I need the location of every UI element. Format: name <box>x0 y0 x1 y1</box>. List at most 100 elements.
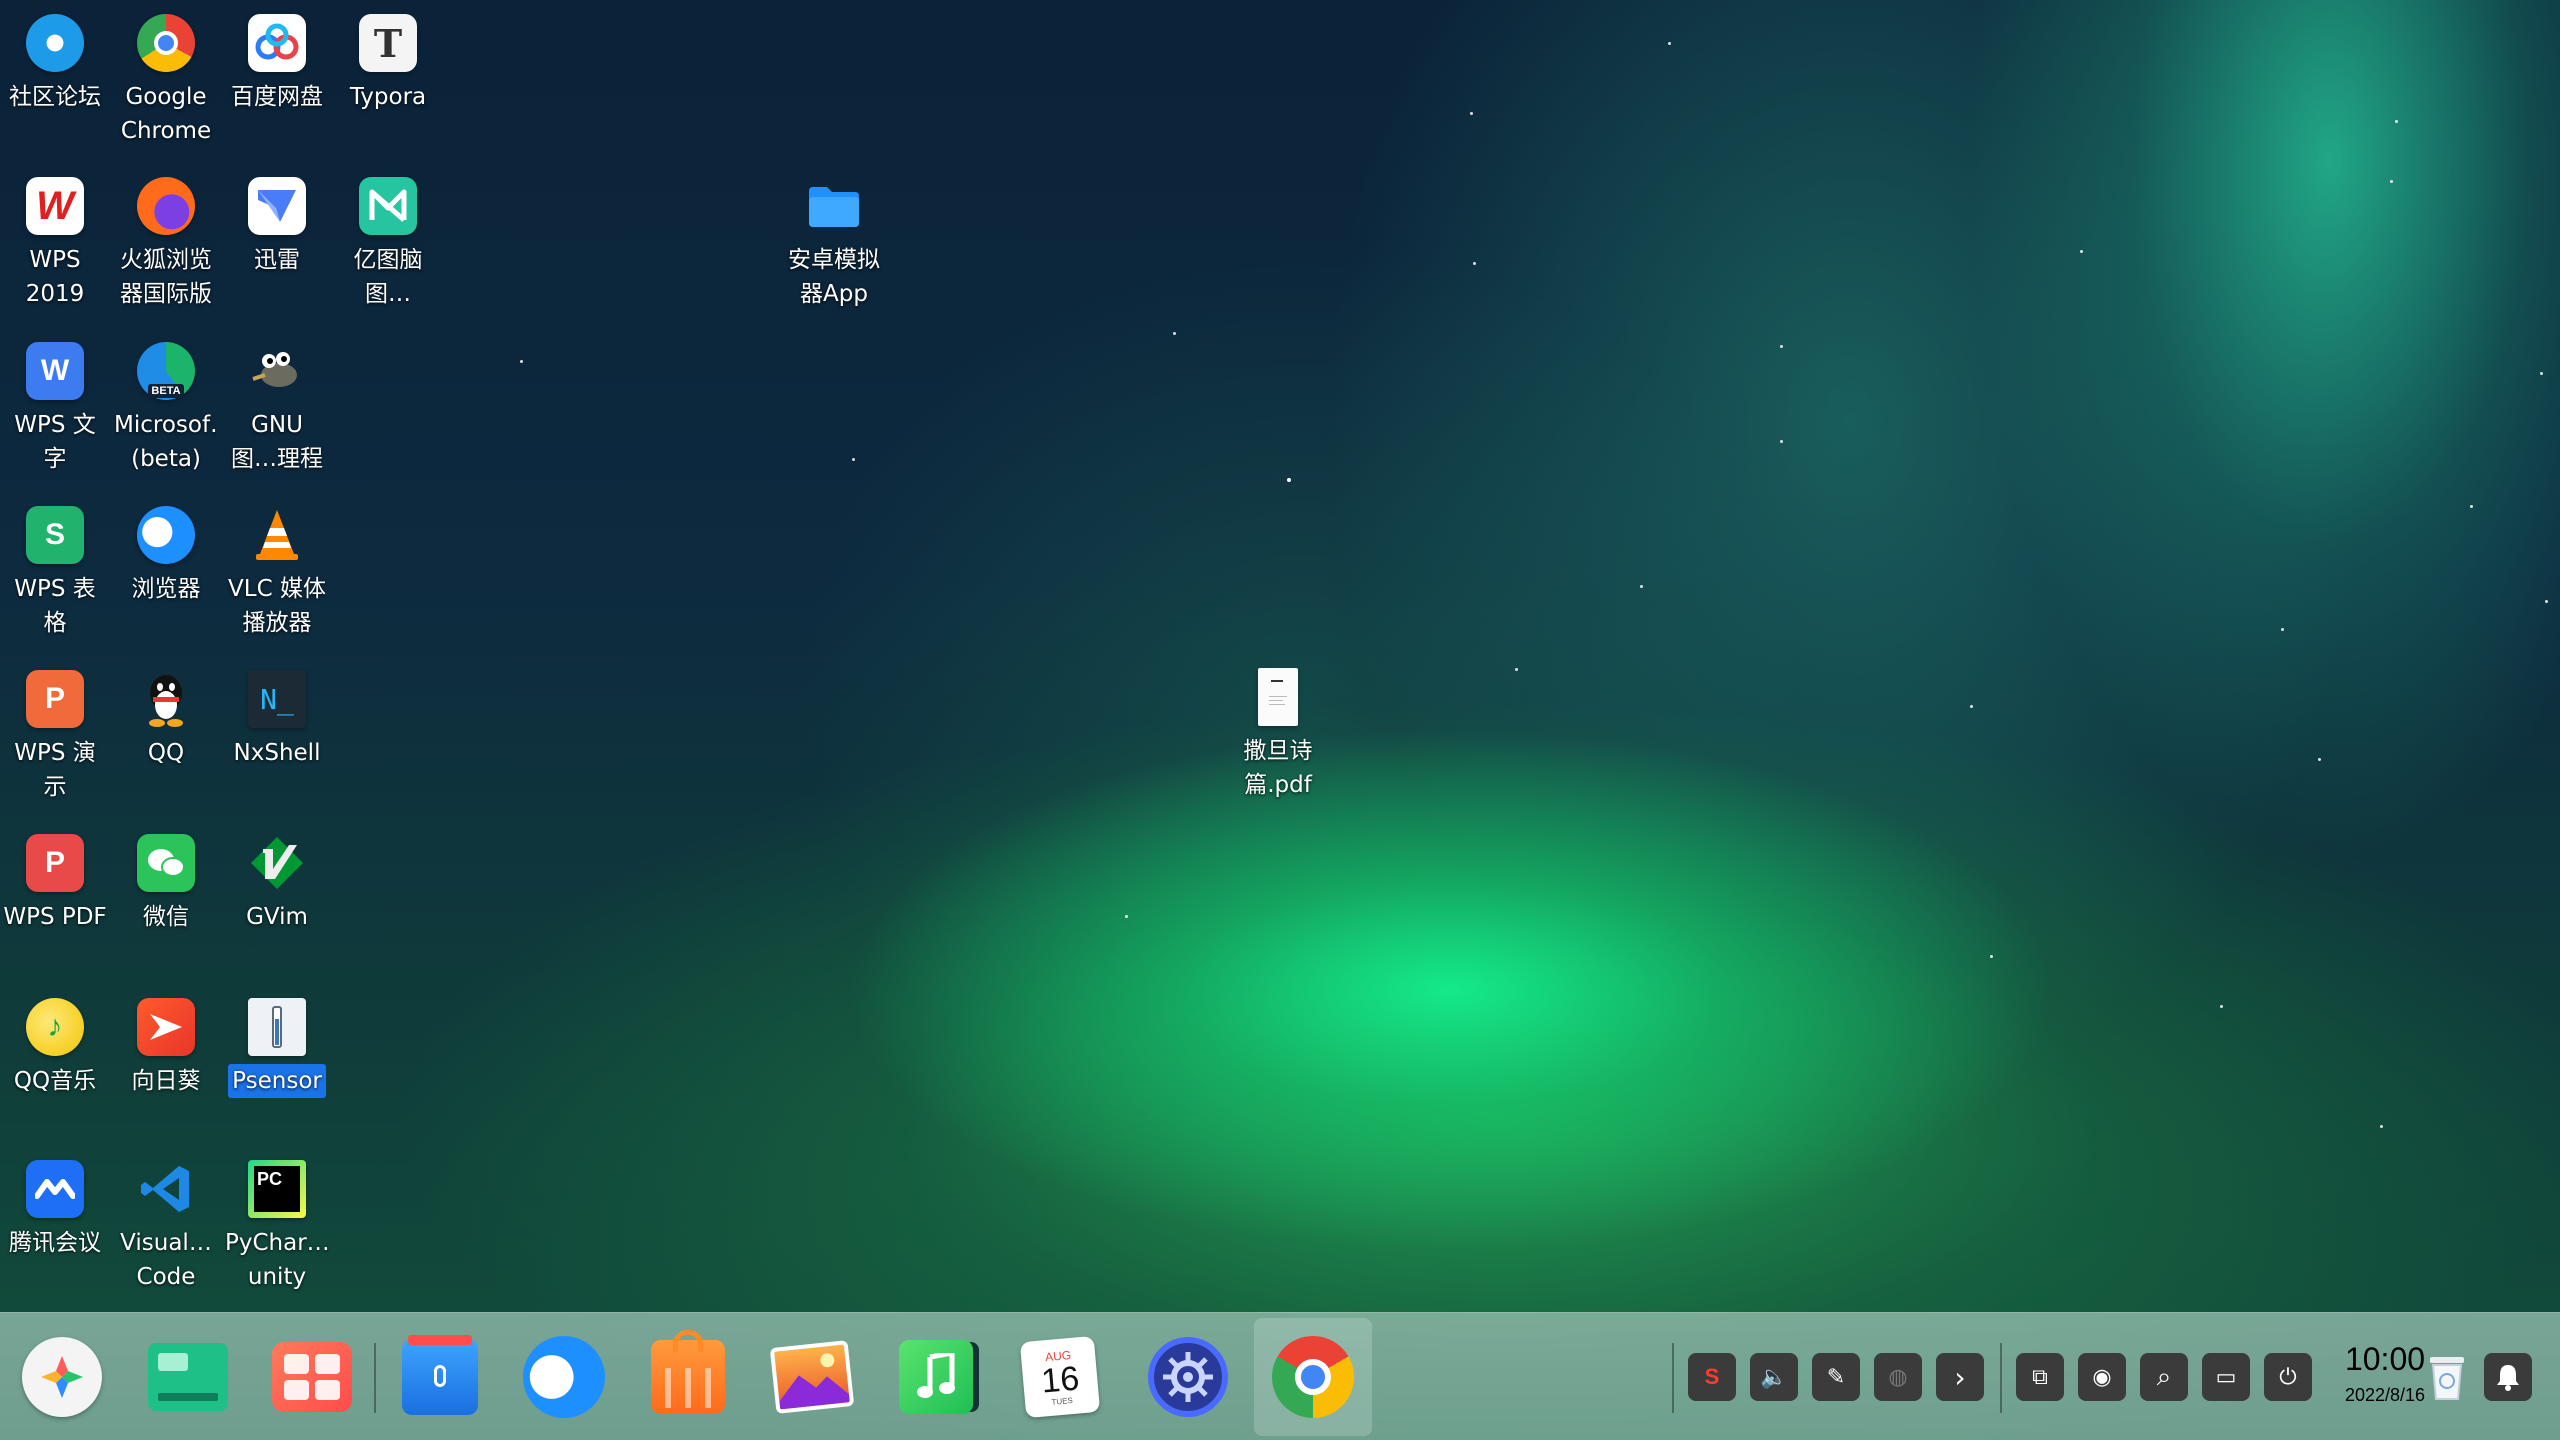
dock-separator <box>374 1343 376 1413</box>
desktop-icon-label: Google Chrome <box>120 84 212 144</box>
desktop-icon-qq-music[interactable]: ♪ QQ音乐 <box>3 998 107 1098</box>
chrome-icon <box>137 14 195 72</box>
desktop-icon-wps-writer[interactable]: W WPS 文字 <box>3 342 107 476</box>
wps-spreadsheet-icon: S <box>26 506 84 564</box>
desktop-icon-mindmaster[interactable]: 亿图脑图…aster <box>336 177 440 313</box>
tray-screenshot[interactable]: ⧉ <box>2016 1353 2064 1401</box>
dock-launcher[interactable] <box>14 1329 110 1425</box>
calendar-icon: AUG 16 TUES <box>1019 1335 1101 1419</box>
desktop-icon-google-chrome[interactable]: Google Chrome <box>114 14 218 148</box>
vscode-icon <box>137 1160 195 1218</box>
dock-app-store-bag[interactable] <box>640 1329 736 1425</box>
desktop-icon-wps-presentation[interactable]: P WPS 演示 <box>3 670 107 804</box>
folder-icon <box>805 177 863 235</box>
desktop-icon-label-selected: Psensor <box>228 1064 326 1098</box>
qq-icon <box>137 670 195 728</box>
desktop-icon-label: WPS 演示 <box>14 740 96 800</box>
desktop-icon-label: QQ音乐 <box>13 1068 97 1094</box>
desktop-icon-label: 火狐浏览器国际版 <box>120 247 212 307</box>
desktop-icon-android-emulator-folder[interactable]: 安卓模拟器App <box>782 177 886 311</box>
xunlei-icon <box>248 177 306 235</box>
desktop-icon-label: 迅雷 <box>254 247 300 273</box>
tray-notifications[interactable] <box>2484 1353 2532 1401</box>
desktop-icon-psensor[interactable]: Psensor <box>225 998 329 1098</box>
desktop-icon-xunlei[interactable]: 迅雷 <box>225 177 329 277</box>
desktop-icon-wps-spreadsheet[interactable]: S WPS 表格 <box>3 506 107 640</box>
multitasking-icon <box>148 1343 228 1411</box>
desktop-icon-pycharm[interactable]: PC PyChar…unity <box>225 1160 329 1294</box>
tray-mouse[interactable]: ◍ <box>1874 1353 1922 1401</box>
desktop-icon-label: QQ <box>147 740 185 766</box>
deepin-browser-icon <box>137 506 195 564</box>
desktop-icon-tencent-meeting[interactable]: 腾讯会议 <box>3 1160 107 1260</box>
desktop-icon-pdf-file[interactable]: 撒旦诗篇.pdf <box>1226 668 1330 802</box>
desktop-icon-edge-beta[interactable]: BETA Microsof… (beta) <box>114 342 218 476</box>
desktop-icon-vlc[interactable]: VLC 媒体播放器 <box>225 506 329 640</box>
tray-volume[interactable]: 🔈 <box>1750 1353 1798 1401</box>
keyboard-icon: ▭ <box>2215 1364 2237 1390</box>
launcher-icon <box>22 1337 102 1417</box>
wps-writer-icon: W <box>26 342 84 400</box>
desktop-icon-wps-2019[interactable]: W WPS 2019 <box>3 177 107 311</box>
dock-calendar[interactable]: AUG 16 TUES <box>1012 1329 1108 1425</box>
folder-icon <box>402 1335 478 1415</box>
desktop-icon-label: PyChar…unity <box>225 1230 329 1290</box>
sunlogin-icon <box>137 998 195 1056</box>
pen-icon: ✎ <box>1826 1364 1846 1390</box>
desktop-icon-label: 安卓模拟器App <box>788 247 880 307</box>
app-grid-icon <box>272 1342 352 1412</box>
desktop-icon-label: Typora <box>349 84 427 110</box>
tray-expand[interactable]: › <box>1936 1353 1984 1401</box>
desktop-icon-wechat[interactable]: 微信 <box>114 834 218 934</box>
desktop-icon-label: WPS 文字 <box>14 412 96 472</box>
desktop-icon-label: 社区论坛 <box>9 84 101 110</box>
desktop-icon-label: 百度网盘 <box>231 84 323 110</box>
desktop-icon-deepin-browser[interactable]: 浏览器 <box>114 506 218 606</box>
tray-trash[interactable] <box>2424 1349 2470 1405</box>
pycharm-icon: PC <box>248 1160 306 1218</box>
typora-icon: T <box>359 14 417 72</box>
desktop-icon-label: 微信 <box>143 904 189 930</box>
tray-sogou-input[interactable]: S <box>1688 1353 1736 1401</box>
tray-search[interactable]: ⌕ <box>2140 1353 2188 1401</box>
dock-file-manager[interactable] <box>392 1329 488 1425</box>
desktop-icon-baidu-netdisk[interactable]: 百度网盘 <box>225 14 329 114</box>
qq-music-icon: ♪ <box>26 998 84 1056</box>
tray-pen[interactable]: ✎ <box>1812 1353 1860 1401</box>
calendar-weekday: TUES <box>1051 1395 1074 1407</box>
desktop-icon-sunlogin[interactable]: 向日葵 <box>114 998 218 1098</box>
gimp-icon <box>248 342 306 400</box>
chevron-right-icon: › <box>1954 1360 1966 1394</box>
desktop-icon-gvim[interactable]: GVim <box>225 834 329 934</box>
desktop-icon-gimp[interactable]: GNU 图…理程序 <box>225 342 329 478</box>
desktop-icon-wps-pdf[interactable]: P WPS PDF <box>3 834 107 934</box>
dock-app-store[interactable] <box>264 1329 360 1425</box>
network-icon: ◉ <box>2092 1364 2112 1390</box>
chrome-icon <box>1272 1336 1354 1418</box>
dock-image-viewer[interactable] <box>764 1329 860 1425</box>
desktop-icon-forum[interactable]: 社区论坛 <box>3 14 107 114</box>
dock-control-center[interactable] <box>1140 1329 1236 1425</box>
dock-browser[interactable] <box>516 1329 612 1425</box>
wechat-icon <box>137 834 195 892</box>
desktop-icon-typora[interactable]: T Typora <box>336 14 440 114</box>
desktop-icon-firefox[interactable]: 火狐浏览器国际版 <box>114 177 218 311</box>
tray-network[interactable]: ◉ <box>2078 1353 2126 1401</box>
gear-icon <box>1148 1337 1228 1417</box>
desktop-icon-label: WPS 2019 <box>25 247 85 307</box>
desktop-icon-qq[interactable]: QQ <box>114 670 218 770</box>
music-note-icon <box>899 1340 973 1414</box>
dock-music[interactable] <box>888 1329 984 1425</box>
desktop-icon-nxshell[interactable]: N_ NxShell <box>225 670 329 770</box>
dock-google-chrome[interactable] <box>1254 1318 1372 1436</box>
power-icon: ⏻ <box>2279 1364 2297 1390</box>
tray-keyboard[interactable]: ▭ <box>2202 1353 2250 1401</box>
dock-multitasking[interactable] <box>140 1329 236 1425</box>
vlc-icon <box>248 506 306 564</box>
pdf-file-icon <box>1258 668 1298 726</box>
desktop-icon-label: WPS 表格 <box>14 576 96 636</box>
desktop-icon-vscode[interactable]: Visual… Code <box>114 1160 218 1294</box>
desktop-icon-label: WPS PDF <box>3 904 107 930</box>
tray-power[interactable]: ⏻ <box>2264 1353 2312 1401</box>
search-icon: ⌕ <box>2156 1361 2172 1392</box>
